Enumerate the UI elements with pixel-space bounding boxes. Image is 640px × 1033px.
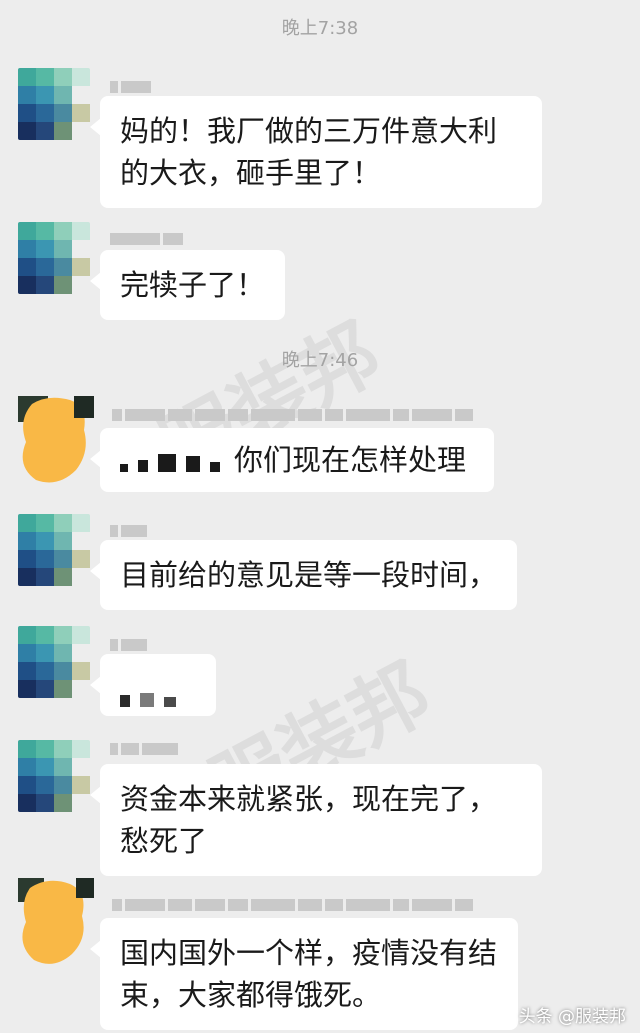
sender-name-blurred — [112, 408, 473, 422]
avatar[interactable] — [18, 626, 90, 698]
message-bubble[interactable]: 完犊子了！ — [89, 250, 286, 320]
timestamp: 晚上7:38 — [281, 18, 359, 39]
avatar[interactable] — [18, 396, 94, 486]
sender-name-blurred — [110, 524, 147, 538]
message-bubble[interactable]: 妈的！我厂做的三万件意大利的大衣，砸手里了！ — [90, 96, 542, 208]
sender-name-blurred — [112, 898, 473, 912]
avatar[interactable] — [18, 878, 94, 968]
sender-name-blurred — [110, 232, 183, 246]
source-text: 头条 @服装邦 — [518, 1007, 626, 1027]
sender-name-blurred — [110, 638, 147, 652]
avatar[interactable] — [18, 740, 90, 812]
avatar[interactable] — [18, 68, 90, 140]
blurred-content — [120, 676, 186, 718]
avatar[interactable] — [18, 222, 90, 294]
avatar[interactable] — [18, 514, 90, 586]
chat-history: 服装邦 服装邦 晚上7:38 妈的！我厂做的三万件意大利的大衣，砸手里了！ 完犊… — [0, 0, 640, 1033]
message-bubble[interactable]: 目前给的意见是等一段时间， — [89, 540, 518, 610]
timestamp: 晚上7:46 — [281, 350, 359, 371]
sender-name-blurred — [110, 80, 151, 94]
message-text: 你们现在怎样处理 — [234, 443, 467, 477]
message-bubble[interactable] — [90, 654, 216, 718]
message-bubble[interactable]: 资金本来就紧张，现在完了，愁死了 — [90, 764, 542, 876]
message-bubble[interactable]: 你们现在怎样处理 — [90, 428, 494, 492]
source-watermark: 头条 @服装邦 — [519, 1002, 626, 1027]
sender-name-blurred — [110, 742, 178, 756]
message-bubble[interactable]: 国内国外一个样，疫情没有结束，大家都得饿死。 — [90, 918, 518, 1030]
blurred-mention — [120, 441, 230, 483]
